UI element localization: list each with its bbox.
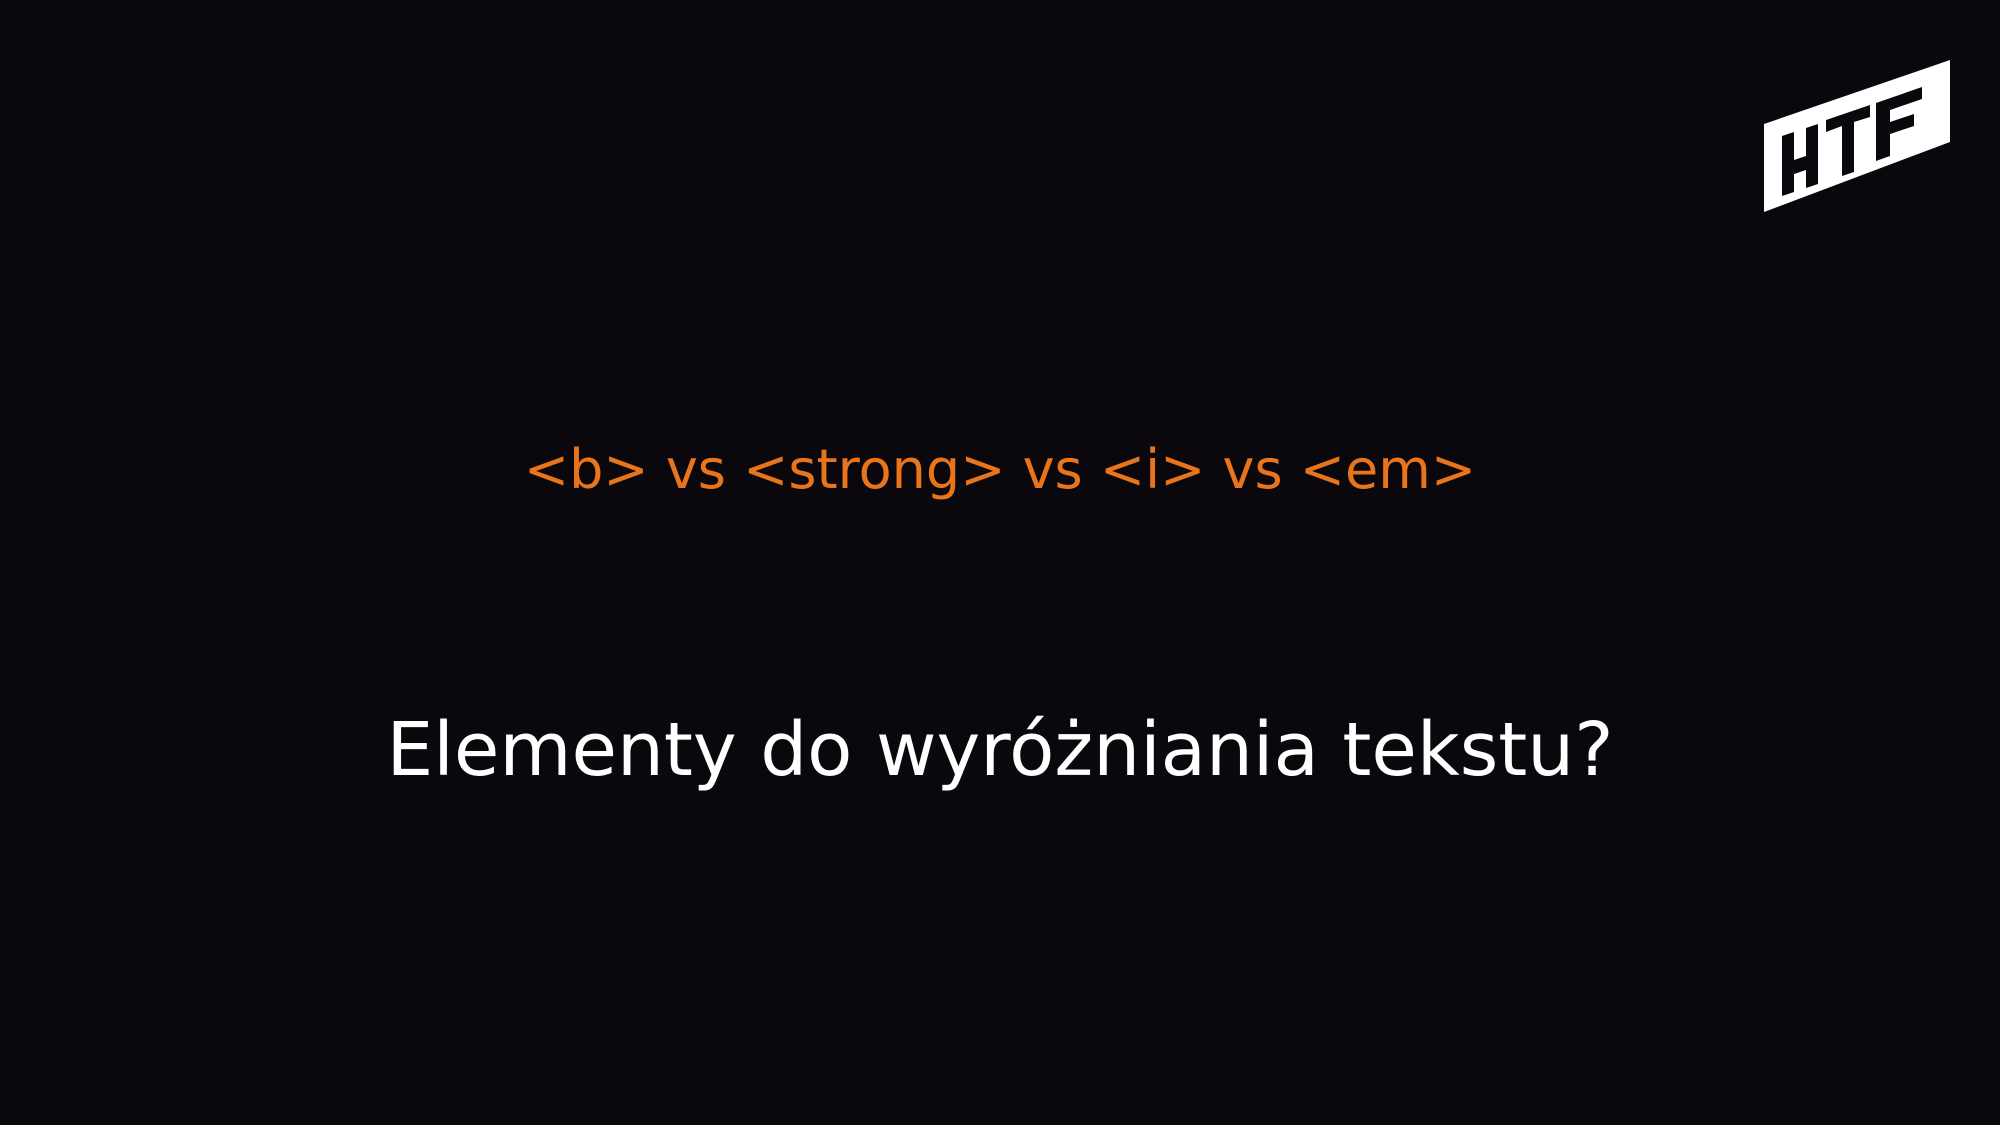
subtitle: <b> vs <strong> vs <i> vs <em> [523,438,1477,501]
htf-logo-icon [1764,60,1950,212]
slide: <b> vs <strong> vs <i> vs <em> Elementy … [0,0,2000,1125]
page-title: Elementy do wyróżniania tekstu? [386,707,1614,793]
